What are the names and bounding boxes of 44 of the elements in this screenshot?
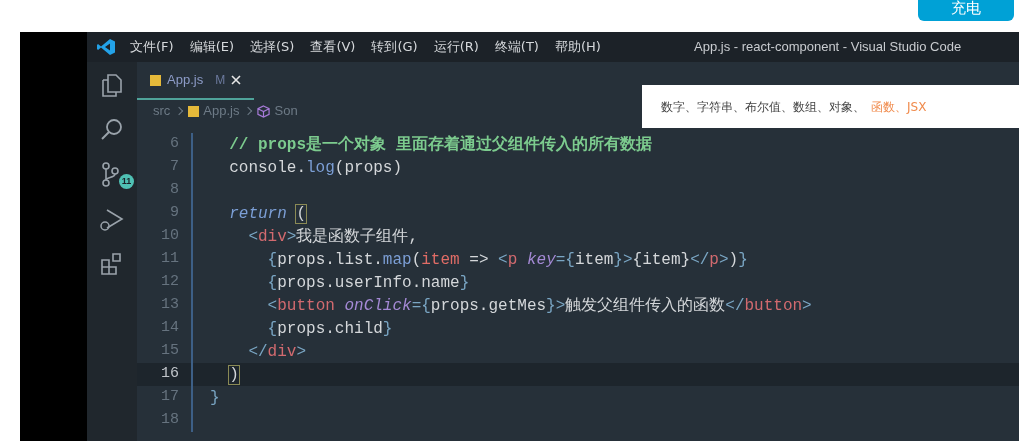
badge: 11	[119, 174, 134, 189]
line-number: 13	[160, 295, 180, 316]
line-number: 18	[160, 410, 180, 431]
window-title: App.js - react-component - Visual Studio Code	[694, 38, 962, 57]
code-line: }	[210, 387, 220, 409]
line-number: 9	[169, 203, 180, 224]
code-line: {props.list.map(item => <p key={item}>{item}</p>)}	[266, 249, 748, 271]
tab-label: App.js	[167, 71, 204, 90]
cube-icon	[257, 104, 271, 118]
line-number: 12	[160, 272, 180, 293]
caption-popup: 数字、字符串、布尔值、数组、对象、 函数、JSX	[642, 85, 1019, 128]
line-number: 16	[160, 364, 180, 385]
code-line: <button onClick={props.getMes}>触发父组件传入的函数</button>	[266, 295, 812, 317]
source-control-icon[interactable]	[99, 162, 119, 188]
files-icon[interactable]	[99, 72, 125, 98]
line-number: 6	[169, 134, 180, 155]
vscode-logo-icon	[97, 39, 115, 55]
code-line: {props.child}	[266, 318, 393, 340]
menu-item[interactable]: 终端(T)	[494, 37, 539, 57]
line-number: 11	[160, 249, 180, 270]
line-number: 17	[160, 387, 180, 408]
line-number: 8	[169, 180, 180, 201]
menu-item[interactable]: 查看(V)	[310, 37, 356, 57]
line-number: 14	[160, 318, 180, 339]
code-line: )	[228, 364, 239, 386]
menu-item[interactable]: 文件(F)	[130, 37, 174, 57]
line-number: 15	[160, 341, 180, 362]
code-line: </div>	[247, 341, 307, 363]
code-line: {props.userInfo.name}	[266, 272, 470, 294]
code-line: return (	[228, 203, 307, 225]
menu-item[interactable]: 帮助(H)	[554, 37, 601, 57]
menu-item[interactable]: 编辑(E)	[189, 37, 234, 57]
line-number: 7	[169, 157, 180, 178]
js-file-icon	[188, 105, 200, 117]
code-line: <div>我是函数子组件,	[247, 226, 419, 248]
code-line: console.log(props)	[228, 157, 403, 179]
line-number: 10	[160, 226, 180, 247]
code-line: // props是一个对象 里面存着通过父组件传入的所有数据	[228, 134, 652, 156]
modified-mark: M	[215, 72, 226, 89]
menu-item[interactable]: 运行(R)	[433, 37, 479, 57]
close-icon[interactable]	[231, 75, 242, 85]
js-file-icon	[150, 74, 161, 86]
menu-item[interactable]: 选择(S)	[250, 37, 295, 57]
menu-item[interactable]: 转到(G)	[371, 37, 418, 57]
